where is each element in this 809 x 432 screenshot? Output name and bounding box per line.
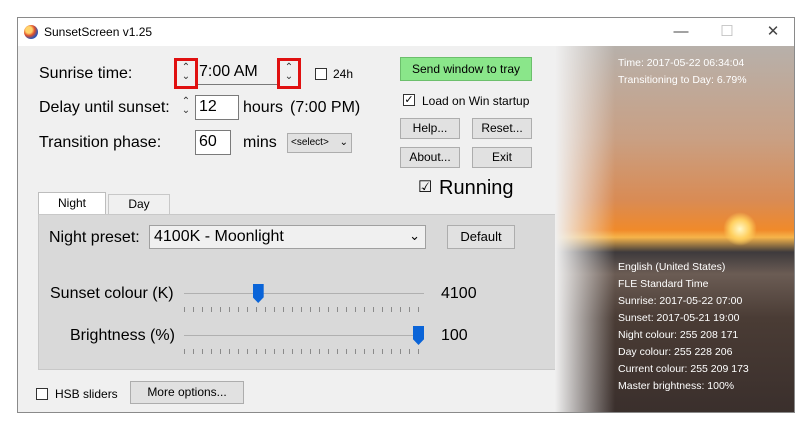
maximize-button[interactable]: ☐ [704,18,750,46]
night-preset-label: Night preset: [49,229,140,246]
sun-glow [723,212,757,246]
info-sunrise: Sunrise: 2017-05-22 07:00 [618,295,743,307]
running-checkbox[interactable]: ☑ [418,177,432,197]
sunset-colour-slider-thumb[interactable] [252,284,264,303]
sunset-colour-label: Sunset colour (K) [50,285,174,302]
exit-button[interactable]: Exit [472,147,532,168]
chevron-down-icon: ⌄ [409,228,420,243]
info-timezone: FLE Standard Time [618,278,709,290]
reset-button[interactable]: Reset... [472,118,532,139]
sunset-colour-value: 4100 [441,285,477,302]
sunset-colour-track [184,293,424,295]
time-field-underline [198,84,280,85]
send-to-tray-button[interactable]: Send window to tray [400,57,532,81]
sunset-photo: Time: 2017-05-22 06:34:04 Transitioning … [555,46,794,412]
minimize-button[interactable]: — [658,18,704,46]
info-bottom: English (United States) FLE Standard Tim… [618,259,749,395]
down-arrow-icon[interactable]: ⌄ [179,106,193,116]
down-arrow-icon[interactable]: ⌄ [179,72,193,82]
load-startup-checkbox[interactable]: ✓ [403,94,415,106]
more-options-button[interactable]: More options... [130,381,244,404]
running-label: Running [439,177,514,199]
info-locale: English (United States) [618,261,726,273]
sunset-app-icon [24,25,38,39]
info-sunset: Sunset: 2017-05-21 19:00 [618,312,740,324]
slider-ticks [184,349,424,354]
night-preset-select[interactable]: 4100K - Moonlight ⌄ [149,225,426,249]
brightness-slider-thumb[interactable] [413,326,424,345]
info-transition: Transitioning to Day: 6.79% [618,74,747,86]
info-day-colour: Day colour: 255 228 206 [618,346,733,358]
sunrise-label: Sunrise time: [39,65,133,82]
info-master-brightness: Master brightness: 100% [618,380,735,392]
brightness-track [184,335,424,337]
info-night-colour: Night colour: 255 208 171 [618,329,739,341]
transition-input[interactable]: 60 [195,130,231,155]
transition-unit: mins [243,134,277,151]
default-button[interactable]: Default [447,225,515,249]
down-arrow-icon[interactable]: ⌄ [282,72,296,82]
delay-spinner[interactable]: ⌃ ⌄ [179,97,193,119]
tab-day-colour[interactable]: Day Colour [108,194,170,230]
slider-ticks [184,307,424,312]
info-current-colour: Current colour: 255 209 173 [618,363,749,375]
night-preset-value: 4100K - Moonlight [154,228,284,245]
transition-label: Transition phase: [39,134,162,151]
transition-select[interactable]: <select> ⌄ [287,133,352,153]
24h-checkbox[interactable] [315,68,327,80]
delay-unit: hours [243,99,284,116]
about-button[interactable]: About... [400,147,460,168]
info-top: Time: 2017-05-22 06:34:04 Transitioning … [618,55,747,89]
window-title: SunsetScreen v1.25 [44,25,153,39]
brightness-label: Brightness (%) [70,327,175,344]
brightness-value: 100 [441,327,468,344]
chevron-down-icon: ⌄ [339,137,348,148]
close-button[interactable]: ✕ [750,18,794,46]
tab-night-colour[interactable]: Night Colour [38,192,106,231]
sunrise-hour-spinner[interactable]: ⌃ ⌄ [179,63,193,85]
title-bar: SunsetScreen v1.25 — ☐ ✕ [18,18,794,46]
transition-select-value: <select> [291,137,329,148]
delay-input[interactable]: 12 [195,95,239,120]
load-startup-label: Load on Win startup [422,94,530,108]
night-colour-panel: Night preset: 4100K - Moonlight ⌄ Defaul… [38,214,561,370]
sunrise-minute-spinner[interactable]: ⌃ ⌄ [282,63,296,85]
app-window: SunsetScreen v1.25 — ☐ ✕ Sunrise time: ⌃… [17,17,795,413]
hsb-sliders-checkbox[interactable] [36,388,48,400]
info-time: Time: 2017-05-22 06:34:04 [618,57,745,69]
24h-label: 24h [333,67,354,81]
help-button[interactable]: Help... [400,118,460,139]
sunset-time-readout: (7:00 PM) [290,99,361,116]
hsb-sliders-label: HSB sliders [55,387,118,401]
sunrise-time-field[interactable]: 7:00 AM [196,61,282,85]
delay-label: Delay until sunset: [39,99,170,116]
